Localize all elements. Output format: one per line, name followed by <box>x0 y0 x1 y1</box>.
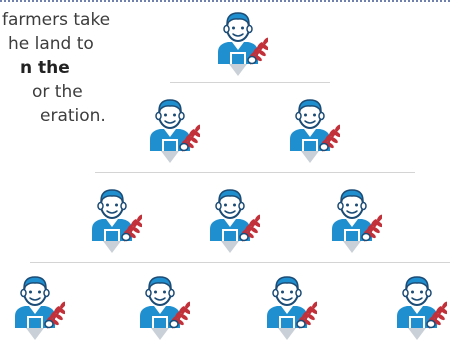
generation-divider-1 <box>170 82 330 83</box>
down-triangle-icon <box>343 241 361 253</box>
farmer-with-wheat-icon <box>82 185 142 255</box>
farmer-with-wheat-icon <box>140 95 200 165</box>
down-triangle-icon <box>26 328 44 340</box>
down-triangle-icon <box>408 328 426 340</box>
text-line: farmers take <box>2 10 111 30</box>
down-triangle-icon <box>161 151 179 163</box>
farmer-with-wheat-icon <box>257 272 317 342</box>
farmer-with-wheat-icon <box>322 185 382 255</box>
farmer-with-wheat-icon <box>208 8 268 78</box>
farmer-with-wheat-icon <box>200 185 260 255</box>
farmer-with-wheat-icon <box>387 272 447 342</box>
generation-divider-3 <box>30 262 450 263</box>
down-triangle-icon <box>301 151 319 163</box>
down-triangle-icon <box>221 241 239 253</box>
farmer-with-wheat-icon <box>280 95 340 165</box>
text-line: he land to <box>8 34 94 54</box>
farmer-with-wheat-icon <box>130 272 190 342</box>
down-triangle-icon <box>278 328 296 340</box>
text-line-bold: n the <box>20 58 70 78</box>
generation-divider-2 <box>95 172 415 173</box>
down-triangle-icon <box>151 328 169 340</box>
down-triangle-icon <box>103 241 121 253</box>
down-triangle-icon <box>229 64 247 76</box>
dotted-top-border <box>0 0 450 2</box>
farmer-with-wheat-icon <box>5 272 65 342</box>
